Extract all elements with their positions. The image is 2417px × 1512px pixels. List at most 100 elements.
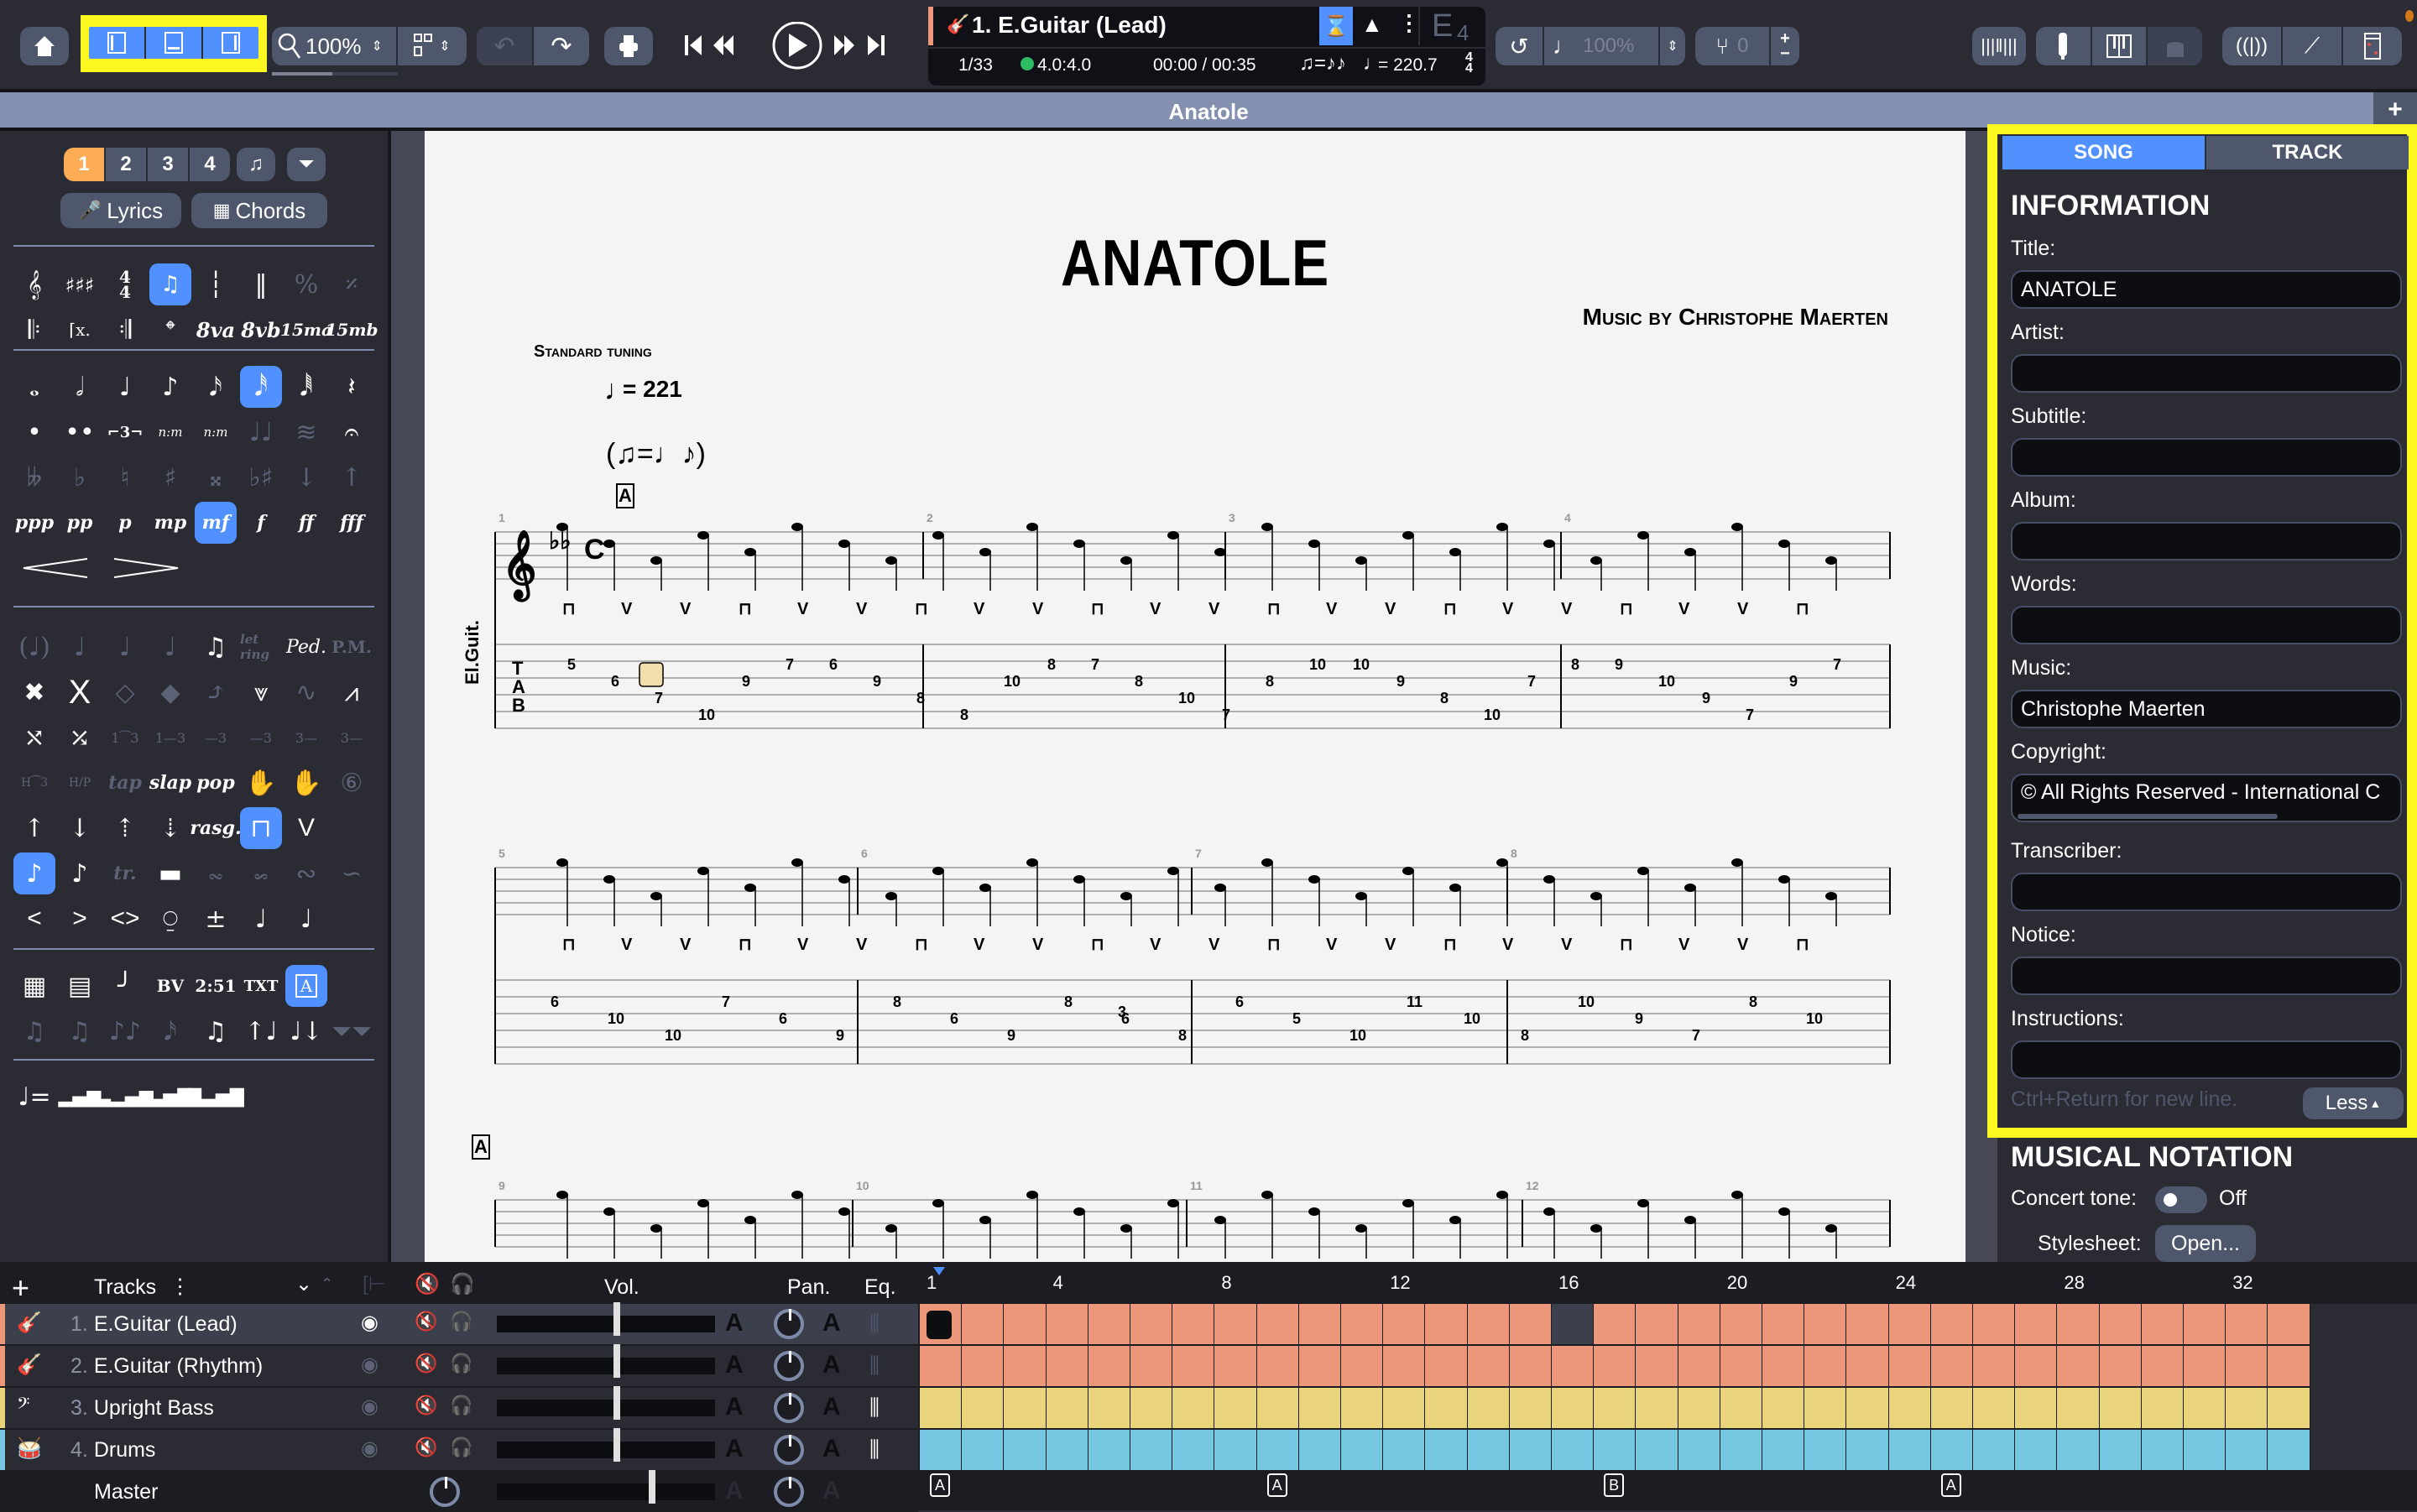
text-icon[interactable]: TXT (240, 965, 282, 1007)
tab-fret-number[interactable]: 10 (608, 1010, 624, 1027)
tab-fret-number[interactable]: 6 (611, 673, 619, 690)
pick-stroke[interactable]: V (856, 936, 868, 954)
dashed-barline-icon[interactable]: ┆ (195, 263, 237, 305)
note-head[interactable] (1214, 548, 1226, 556)
track-bar-cell[interactable] (1846, 1304, 1889, 1344)
note-head[interactable] (650, 892, 662, 900)
track-bar-cell[interactable] (1256, 1346, 1299, 1386)
inverted-mordent-icon[interactable]: 𝆘 (240, 852, 282, 894)
sixty-fourth-note-icon[interactable]: 𝅘𝅥𝅱 (285, 366, 327, 408)
track-bar-cell[interactable] (1888, 1388, 1931, 1428)
track-bar-cell[interactable] (1130, 1304, 1173, 1344)
chords-button[interactable]: ▦ Chords (191, 193, 327, 228)
track-bar-cell[interactable] (1973, 1388, 2016, 1428)
track-bar-cell[interactable] (2015, 1388, 2058, 1428)
left-hand-icon[interactable]: ✋ (240, 762, 282, 804)
master-volume-automation-icon[interactable]: A (725, 1477, 744, 1505)
stylesheet-open-button[interactable]: Open... (2155, 1225, 2256, 1262)
track-bar-cell[interactable] (2057, 1430, 2100, 1470)
note-head[interactable] (1026, 1191, 1038, 1199)
section-marker[interactable]: A (930, 1473, 950, 1497)
track-bar-cell[interactable] (1930, 1304, 1973, 1344)
pedal-up-icon[interactable]: ♩ (285, 898, 327, 940)
tab-fret-number[interactable]: 7 (1746, 706, 1754, 723)
note-head[interactable] (1167, 1199, 1179, 1207)
double-flat-icon[interactable]: 𝄫 (13, 456, 55, 498)
track-bar-cell[interactable] (1088, 1388, 1130, 1428)
mute-all-icon[interactable]: 🔇 (415, 1272, 440, 1296)
measure-number[interactable]: 3 (1229, 511, 1235, 524)
pick-stroke[interactable]: ⊓ (915, 936, 928, 954)
pick-stroke[interactable]: ⊓ (1443, 936, 1457, 954)
fermata-icon[interactable]: 𝄐 (331, 411, 373, 453)
track-bar-cell[interactable] (2268, 1346, 2310, 1386)
note-head[interactable] (838, 540, 850, 548)
track-bar-cell[interactable] (1509, 1388, 1552, 1428)
section-marker[interactable]: A (1940, 1473, 1961, 1497)
rasgueado-icon[interactable]: rasg. (190, 807, 241, 849)
track-bar-cell[interactable] (1172, 1430, 1215, 1470)
note-head[interactable] (979, 548, 991, 556)
note-head[interactable] (1543, 1207, 1555, 1216)
track-bar-cell[interactable] (1004, 1346, 1047, 1386)
note-head[interactable] (885, 1224, 897, 1233)
note-head[interactable] (1590, 892, 1602, 900)
mute-icon[interactable]: 🔇 (415, 1395, 437, 1416)
tie-icon[interactable]: ♩♩ (240, 411, 282, 453)
note-head[interactable] (1778, 875, 1790, 884)
track-bar-cell[interactable] (1552, 1346, 1595, 1386)
track-bar-cell[interactable] (1298, 1304, 1341, 1344)
track-bar-cell[interactable] (1552, 1388, 1595, 1428)
note-head[interactable] (556, 858, 568, 867)
tab-fret-number[interactable]: 6 (1235, 993, 1244, 1010)
metronome-icon[interactable]: ▲ (1361, 12, 1383, 38)
track-row[interactable]: 🎸 2. E.Guitar (Rhythm) ◉ 🔇 🎧 A A ⫼ (0, 1344, 918, 1386)
layout-right-panel-button[interactable] (203, 27, 258, 59)
hammer-pull-icon[interactable]: H/P (59, 762, 101, 804)
pick-stroke[interactable]: V (1561, 936, 1573, 954)
track-bar-cell[interactable] (1888, 1346, 1931, 1386)
playback-speed[interactable]: ♩ 100% (1544, 27, 1660, 65)
track-bar-cell[interactable] (1298, 1388, 1341, 1428)
staccato-icon[interactable]: ♩ (149, 626, 191, 668)
lyrics-button[interactable]: 🎤 Lyrics (60, 193, 181, 228)
pick-stroke[interactable]: ⊓ (562, 936, 576, 954)
pick-stroke[interactable]: ⊓ (915, 600, 928, 618)
free-time-icon[interactable]: ╯ (104, 965, 146, 1007)
tab-fret-number[interactable]: 5 (1292, 1010, 1301, 1027)
mute-icon[interactable]: 🔇 (415, 1353, 437, 1374)
pan-knob[interactable] (774, 1309, 804, 1339)
tuplet-icon[interactable]: n:m (149, 411, 191, 453)
ghost-note-icon[interactable]: (♩) (13, 626, 55, 668)
track-bar-cell[interactable] (1172, 1346, 1215, 1386)
inverted-turn-icon[interactable]: ∽ (331, 852, 373, 894)
pick-stroke[interactable]: V (1326, 936, 1338, 954)
track-bar-cell[interactable] (1973, 1304, 2016, 1344)
note-head[interactable] (1496, 858, 1508, 867)
track-bar-cell[interactable] (1004, 1430, 1047, 1470)
note-head[interactable] (1637, 1199, 1649, 1207)
note-head[interactable] (1355, 556, 1367, 565)
track-bar-cell[interactable] (1425, 1430, 1468, 1470)
track-bar-cell[interactable] (1046, 1304, 1088, 1344)
tab-fret-number[interactable]: 5 (567, 656, 576, 673)
artist-field[interactable] (2011, 354, 2402, 393)
track-bar-cell[interactable] (1930, 1430, 1973, 1470)
pick-stroke[interactable]: ⊓ (1796, 600, 1809, 618)
pick-stroke[interactable]: V (1385, 600, 1396, 618)
dynamic-f[interactable]: f (240, 502, 282, 544)
pick-stroke[interactable]: V (974, 936, 985, 954)
measure-number[interactable]: 9 (499, 1179, 505, 1192)
thirty-second-note-icon[interactable]: 𝅘𝅥𝅰 (240, 366, 282, 408)
track-bar-cell[interactable] (1214, 1304, 1257, 1344)
note-head[interactable] (1261, 523, 1273, 531)
current-track-name[interactable]: 1. E.Guitar (Lead) (972, 12, 1167, 39)
track-bar-cell[interactable] (1509, 1304, 1552, 1344)
track-bar-cell[interactable] (1594, 1346, 1637, 1386)
time-signature-icon[interactable]: 44 (104, 263, 146, 305)
note-head[interactable] (744, 884, 756, 892)
measure-number[interactable]: 7 (1195, 847, 1202, 860)
beam-icon[interactable]: ♫ (59, 1010, 101, 1052)
track-bar-cell[interactable] (2184, 1430, 2226, 1470)
spacing-icon[interactable]: ⏷⏷ (331, 1010, 373, 1052)
